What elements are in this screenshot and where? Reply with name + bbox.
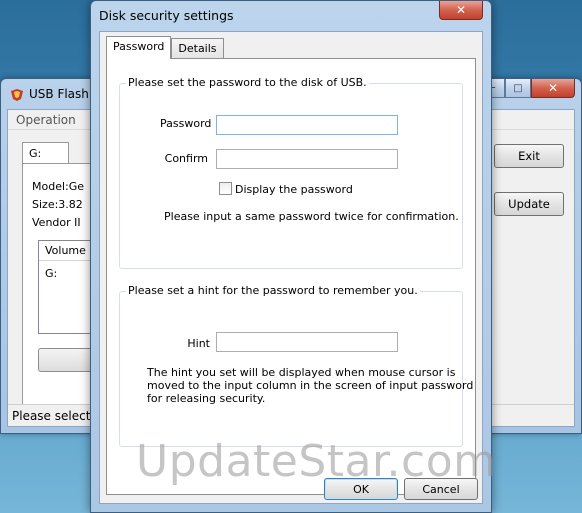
hint-note-line-2: moved to the input column in the screen … (147, 379, 474, 392)
hint-group-legend: Please set a hint for the password to re… (126, 284, 420, 297)
hint-note-line-1: The hint you set will be displayed when … (147, 366, 456, 379)
password-input[interactable] (216, 115, 398, 135)
disk-security-dialog: Disk security settings ✕ Password Detail… (90, 0, 492, 513)
close-icon: ✕ (455, 3, 467, 17)
ok-button[interactable]: OK (324, 478, 398, 500)
maximize-button[interactable]: □ (505, 79, 531, 98)
update-button[interactable]: Update (494, 192, 564, 216)
cancel-button[interactable]: Cancel (404, 478, 478, 500)
password-tab-panel: Please set the password to the disk of U… (106, 58, 476, 495)
exit-button[interactable]: Exit (494, 144, 564, 168)
usb-shield-icon (10, 88, 24, 102)
model-text: Model:Ge (32, 180, 85, 193)
hint-groupbox: Please set a hint for the password to re… (119, 284, 473, 447)
drive-tab[interactable]: G: (22, 142, 69, 164)
password-note: Please input a same password twice for c… (164, 210, 459, 223)
background-close-button[interactable]: ✕ (531, 79, 575, 98)
password-groupbox: Please set the password to the disk of U… (119, 76, 463, 269)
hint-label: Hint (187, 337, 210, 350)
dialog-tabs: Password Details (106, 36, 224, 59)
maximize-icon: □ (513, 82, 523, 94)
display-password-checkbox[interactable] (219, 182, 232, 195)
dialog-close-button[interactable]: ✕ (439, 1, 483, 20)
tab-details[interactable]: Details (171, 38, 224, 59)
tab-password[interactable]: Password (106, 36, 172, 59)
dialog-title: Disk security settings (99, 8, 234, 23)
password-label: Password (160, 117, 212, 130)
display-password-label[interactable]: Display the password (235, 183, 353, 196)
confirm-input[interactable] (216, 149, 398, 169)
size-text: Size:3.82 (32, 198, 83, 211)
close-icon: ✕ (547, 81, 559, 95)
vendor-text: Vendor II (32, 216, 81, 229)
hint-input[interactable] (216, 332, 398, 352)
password-group-legend: Please set the password to the disk of U… (126, 76, 369, 89)
menu-operation[interactable]: Operation (16, 113, 76, 127)
hint-note-line-3: for releasing security. (147, 392, 266, 405)
confirm-label: Confirm (164, 152, 208, 165)
dialog-client-area: Password Details Please set the password… (99, 31, 483, 504)
